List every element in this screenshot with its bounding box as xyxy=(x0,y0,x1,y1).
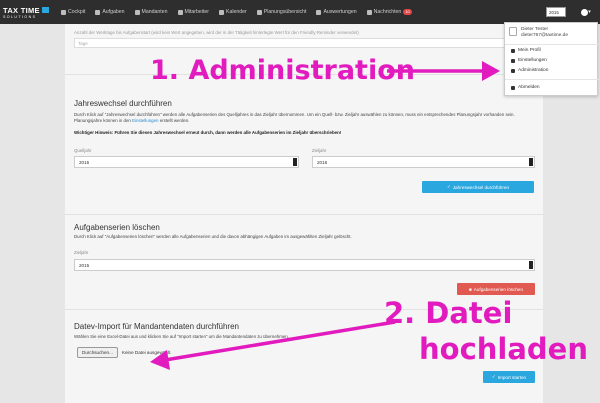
nav-item-planungsuebersicht[interactable]: Planungsübersicht xyxy=(252,0,312,24)
annotation-step-1: 1. Administration xyxy=(150,55,415,86)
import-title: Datev-Import für Mandantendaten durchfüh… xyxy=(74,322,239,331)
check-icon: ✓ xyxy=(446,184,451,189)
serien-zieljahr-label: Zieljahr xyxy=(74,250,89,255)
divider xyxy=(505,79,599,80)
nav-item-cockpit[interactable]: Cockpit xyxy=(56,0,90,24)
nav-item-mandanten[interactable]: Mandanten xyxy=(130,0,173,24)
dashboard-icon xyxy=(61,9,66,15)
users-icon xyxy=(177,9,183,15)
import-description: Wählen Sie eine Excel-Datei aus und klic… xyxy=(74,334,289,339)
user-email: dieter767@taxtime.de xyxy=(521,33,569,38)
jahreswechsel-button[interactable]: ✓ Jahreswechsel durchführen xyxy=(422,181,534,193)
gear-icon xyxy=(511,58,515,63)
message-icon xyxy=(366,9,372,15)
menu-item-abmelden[interactable]: Abmelden xyxy=(511,85,540,90)
jahreswechsel-title: Jahreswechsel durchführen xyxy=(74,99,172,108)
nav-item-aufgaben[interactable]: Aufgaben xyxy=(90,0,129,24)
flag-icon xyxy=(95,9,101,15)
nav-item-kalender[interactable]: Kalender xyxy=(214,0,252,24)
import-start-button[interactable]: ✓ Import starten xyxy=(483,371,535,383)
brand-logo[interactable]: TAX TIME SOLUTIONS xyxy=(0,0,56,24)
calendar-icon xyxy=(219,9,225,15)
folder-icon xyxy=(134,9,140,15)
divider xyxy=(65,214,543,215)
user-menu-toggle[interactable]: ▾ xyxy=(575,3,597,21)
annotation-step-2-cont: hochladen xyxy=(419,332,588,366)
nav-item-auswertungen[interactable]: Auswertungen xyxy=(311,0,361,24)
jahreswechsel-description: Durch Klick auf "Jahreswechsel durchführ… xyxy=(74,112,515,123)
reminder-hint: Anzahl der Werktage bis Aufgabenstart (w… xyxy=(74,30,359,35)
serien-zieljahr-select[interactable]: 2015 xyxy=(74,259,535,271)
user-icon xyxy=(511,48,515,53)
check-icon: ✓ xyxy=(491,374,496,379)
file-status: Keine Datei ausgewählt. xyxy=(121,350,172,355)
chart-icon xyxy=(316,9,322,15)
zieljahr-label: Zieljahr xyxy=(312,148,327,153)
unread-badge: 10 xyxy=(403,9,412,15)
jahreswechsel-warning: Wichtiger Hinweis: Führen Sie diesen Jah… xyxy=(74,130,342,135)
serien-loeschen-button[interactable]: ■ Aufgabenserien löschen xyxy=(457,283,535,295)
file-input[interactable]: Durchsuchen... Keine Datei ausgewählt. xyxy=(77,347,171,358)
user-dropdown-menu: Dieter Tester dieter767@taxtime.de Mein … xyxy=(504,22,599,96)
select-arrow-icon xyxy=(529,158,533,166)
trash-icon: ■ xyxy=(468,286,472,292)
select-arrow-icon xyxy=(293,158,297,166)
serien-title: Aufgabenserien löschen xyxy=(74,223,160,232)
check-icon xyxy=(41,7,49,13)
top-navbar: TAX TIME SOLUTIONS Cockpit Aufgaben Mand… xyxy=(0,0,600,24)
year-select[interactable]: 2015 xyxy=(546,7,566,17)
menu-item-mein-profil[interactable]: Mein Profil xyxy=(511,48,541,53)
divider xyxy=(505,44,599,45)
user-info: Dieter Tester dieter767@taxtime.de xyxy=(509,27,568,39)
reminder-days-input[interactable]: Tage xyxy=(74,38,542,48)
annotation-step-2: 2. Datei xyxy=(384,296,513,330)
avatar xyxy=(509,27,517,36)
einstellungen-link[interactable]: Einstellungen xyxy=(132,118,158,123)
nav-item-mitarbeiter[interactable]: Mitarbeiter xyxy=(173,0,215,24)
menu-item-einstellungen[interactable]: Einstellungen xyxy=(511,58,547,63)
menu-item-administration[interactable]: Administration xyxy=(511,68,548,73)
quelljahr-label: Quelljahr xyxy=(74,148,92,153)
select-arrow-icon xyxy=(529,261,533,269)
main-nav: Cockpit Aufgaben Mandanten Mitarbeiter K… xyxy=(56,0,417,24)
logout-icon xyxy=(511,85,515,90)
list-icon xyxy=(511,68,515,73)
zieljahr-select[interactable]: 2016 xyxy=(312,156,535,168)
quelljahr-select[interactable]: 2015 xyxy=(74,156,299,168)
user-icon xyxy=(581,8,589,16)
grid-icon xyxy=(256,9,262,15)
nav-item-nachrichten[interactable]: Nachrichten 10 xyxy=(362,0,417,24)
browse-button[interactable]: Durchsuchen... xyxy=(77,347,118,358)
serien-description: Durch Klick auf "Aufgabenserien löschen"… xyxy=(74,234,352,239)
